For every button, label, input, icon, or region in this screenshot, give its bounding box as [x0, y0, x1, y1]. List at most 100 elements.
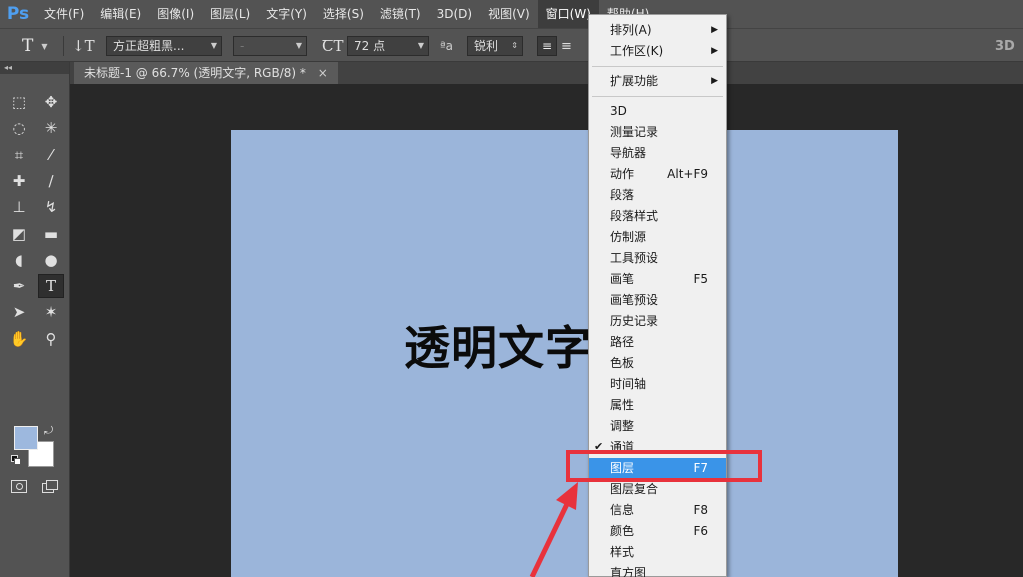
menu-item-2[interactable]: 图像(I) — [149, 0, 202, 28]
font-family-select[interactable]: 方正超粗黑... ▼ — [106, 36, 222, 56]
window-menu-item-10[interactable]: 段落样式 — [589, 206, 726, 226]
menu-item-label: 工具预设 — [610, 251, 659, 265]
menu-item-6[interactable]: 滤镜(T) — [372, 0, 429, 28]
menu-item-label: 段落样式 — [610, 209, 659, 223]
menu-item-1[interactable]: 编辑(E) — [92, 0, 149, 28]
window-menu-item-17[interactable]: 色板 — [589, 353, 726, 373]
crop-icon[interactable]: ⌗ — [6, 143, 32, 167]
shape-icon[interactable]: ✶ — [38, 300, 64, 324]
submenu-arrow-icon: ▶ — [711, 76, 718, 86]
window-menu-item-16[interactable]: 路径 — [589, 332, 726, 352]
window-menu-item-14[interactable]: 画笔预设 — [589, 290, 726, 310]
window-menu-item-25[interactable]: 颜色 F6 — [589, 521, 726, 541]
menu-item-label: 仿制源 — [610, 230, 647, 244]
menu-item-8[interactable]: 视图(V) — [480, 0, 538, 28]
photoshop-logo: Ps — [6, 4, 30, 24]
foreground-color-swatch[interactable] — [14, 426, 38, 450]
chevron-down-icon: ▼ — [41, 41, 48, 51]
font-style-value: - — [240, 39, 245, 53]
window-menu-item-12[interactable]: 工具预设 — [589, 248, 726, 268]
window-menu-item-24[interactable]: 信息 F8 — [589, 500, 726, 520]
menu-item-shortcut: F5 — [693, 272, 708, 286]
3d-button[interactable]: 3D — [995, 35, 1015, 57]
marquee-icon[interactable]: ⬚ — [6, 90, 32, 114]
pen-icon[interactable]: ✒ — [6, 274, 32, 298]
screen-mode-icon[interactable] — [42, 480, 60, 494]
canvas-text-layer[interactable]: 透明文字 — [404, 312, 592, 378]
swap-colors-icon[interactable]: ⤾ — [44, 424, 53, 438]
chevron-down-icon: ▼ — [417, 41, 424, 50]
window-menu-item-8[interactable]: 动作 Alt+F9 — [589, 164, 726, 184]
type-icon[interactable]: T — [38, 274, 64, 299]
font-size-glyph: ꞆT — [322, 37, 344, 55]
menu-item-label: 直方图 — [610, 566, 647, 577]
menu-item-label: 样式 — [610, 545, 635, 559]
window-menu-dropdown: 排列(A) ▶ 工作区(K) ▶ 扩展功能 ▶ 3D 测量记录导航器 动作 Alt+F9 段落段落样… — [588, 14, 727, 577]
menu-item-3[interactable]: 图层(L) — [202, 0, 258, 28]
window-menu-item-13[interactable]: 画笔 F5 — [589, 269, 726, 289]
eyedropper-icon[interactable]: ⁄ — [38, 143, 64, 167]
quick-mask-icon[interactable] — [11, 480, 27, 493]
highlight-box — [566, 450, 762, 482]
window-menu-item-7[interactable]: 导航器 — [589, 143, 726, 163]
close-icon[interactable]: × — [318, 66, 328, 80]
window-menu-item-3[interactable]: 扩展功能 ▶ — [589, 71, 726, 91]
dodge-icon[interactable]: ● — [38, 248, 64, 272]
align-center-button[interactable]: ≡ — [561, 35, 572, 57]
text-orientation-icon[interactable]: ↓T — [72, 35, 95, 57]
window-menu-item-15[interactable]: 历史记录 — [589, 311, 726, 331]
brush-icon[interactable]: ∕ — [38, 169, 64, 193]
menu-item-7[interactable]: 3D(D) — [429, 0, 480, 28]
3d-label: 3D — [995, 38, 1015, 54]
menu-item-label: 属性 — [610, 398, 635, 412]
menu-item-label: 图层复合 — [610, 482, 659, 496]
window-menu-item-0[interactable]: 排列(A) ▶ — [589, 20, 726, 40]
document-tab[interactable]: 未标题-1 @ 66.7% (透明文字, RGB/8) * × — [74, 62, 338, 84]
blur-icon[interactable]: ◖ — [6, 248, 32, 272]
magic-wand-icon[interactable]: ✳ — [38, 116, 64, 140]
gradient-icon[interactable]: ▬ — [38, 222, 64, 246]
window-menu-item-19[interactable]: 属性 — [589, 395, 726, 415]
window-menu-item-11[interactable]: 仿制源 — [589, 227, 726, 247]
font-size-select[interactable]: 72 点 ▼ — [347, 36, 429, 56]
menu-item-shortcut: F6 — [693, 524, 708, 538]
window-menu-item-20[interactable]: 调整 — [589, 416, 726, 436]
healing-brush-icon[interactable]: ✚ — [6, 169, 32, 193]
hand-icon[interactable]: ✋ — [6, 327, 32, 351]
window-menu-item-27[interactable]: 直方图 — [589, 563, 726, 577]
align-left-button[interactable]: ≡ — [537, 35, 557, 57]
menu-item-label: 扩展功能 — [610, 74, 659, 88]
chevron-down-icon: ▼ — [295, 41, 302, 50]
move-icon[interactable]: ✥ — [38, 90, 64, 114]
anti-alias-select[interactable]: 锐利 ⇕ — [467, 36, 523, 56]
default-colors-icon[interactable] — [11, 455, 21, 465]
path-select-icon[interactable]: ➤ — [6, 300, 32, 324]
menu-item-label: 颜色 — [610, 524, 635, 538]
menu-item-label: 时间轴 — [610, 377, 647, 391]
menu-item-label: 路径 — [610, 335, 635, 349]
window-menu-item-9[interactable]: 段落 — [589, 185, 726, 205]
font-size-value: 72 点 — [354, 39, 386, 53]
menu-items: 文件(F) 编辑(E) 图像(I) 图层(L) 文字(Y) 选择(S) 滤镜(T) 3D(D)… — [36, 0, 657, 28]
font-style-select[interactable]: - ▼ — [233, 36, 307, 56]
font-size-icon: ꞆT — [322, 35, 343, 57]
menu-item-5[interactable]: 选择(S) — [315, 0, 372, 28]
type-tool-preset[interactable]: T ▼ — [22, 35, 48, 57]
window-menu-item-1[interactable]: 工作区(K) ▶ — [589, 41, 726, 61]
history-brush-icon[interactable]: ↯ — [38, 195, 64, 219]
text-orientation-glyph: ↓T — [72, 37, 95, 55]
lasso-icon[interactable]: ◌ — [6, 116, 32, 140]
window-menu-item-26[interactable]: 样式 — [589, 542, 726, 562]
window-menu-item-5[interactable]: 3D — [589, 101, 726, 121]
window-menu-item-23[interactable]: 图层复合 — [589, 479, 726, 499]
window-menu-item-6[interactable]: 测量记录 — [589, 122, 726, 142]
type-tool-glyph: T — [22, 36, 34, 56]
zoom-icon[interactable]: ⚲ — [38, 327, 64, 351]
window-menu-item-18[interactable]: 时间轴 — [589, 374, 726, 394]
menu-item-label: 测量记录 — [610, 125, 659, 139]
panel-collapse-button[interactable]: ◂◂ — [0, 62, 69, 74]
clone-stamp-icon[interactable]: ⊥ — [6, 195, 32, 219]
menu-item-4[interactable]: 文字(Y) — [258, 0, 315, 28]
eraser-icon[interactable]: ◩ — [6, 222, 32, 246]
menu-item-0[interactable]: 文件(F) — [36, 0, 92, 28]
